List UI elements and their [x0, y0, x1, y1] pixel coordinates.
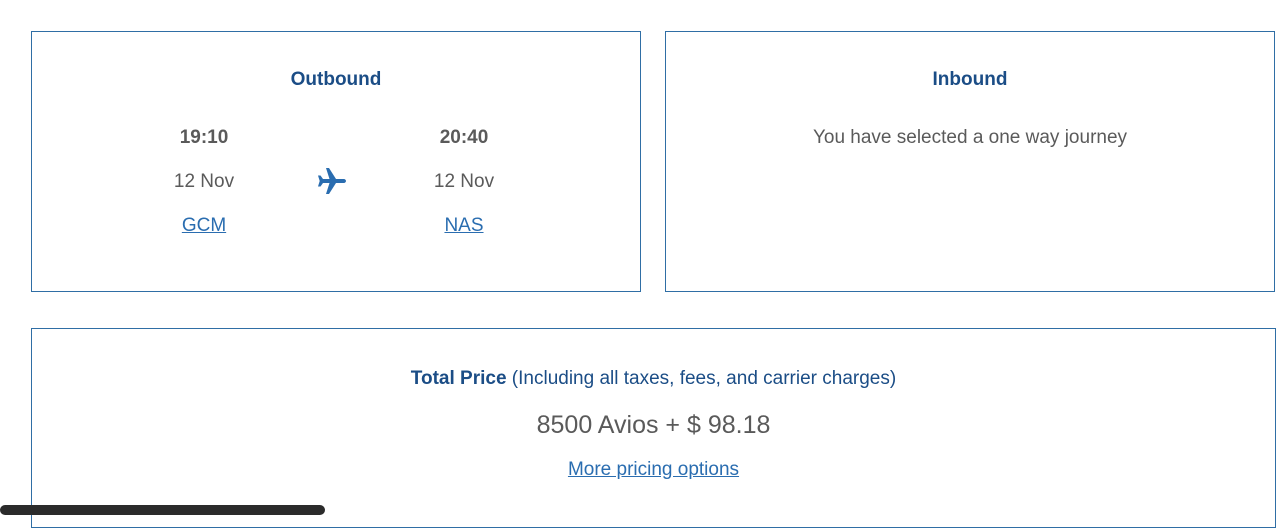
total-price-value: 8500 Avios + $ 98.18: [536, 411, 771, 439]
departure-airport-link[interactable]: GCM: [182, 215, 226, 237]
total-price-label: Total Price: [410, 368, 507, 389]
inbound-panel: Inbound You have selected a one way jour…: [665, 31, 1275, 292]
one-way-message: You have selected a one way journey: [812, 127, 1128, 148]
total-price-heading: Total Price (Including all taxes, fees, …: [32, 368, 1275, 390]
total-price-note: (Including all taxes, fees, and carrier …: [506, 368, 897, 389]
departure-column: 19:10 12 Nov GCM: [124, 127, 284, 237]
arrival-airport-link[interactable]: NAS: [444, 215, 483, 237]
arrival-column: 20:40 12 Nov NAS: [384, 127, 544, 237]
arrival-time: 20:40: [439, 127, 489, 148]
more-pricing-options-link[interactable]: More pricing options: [568, 459, 739, 480]
outbound-panel: Outbound 19:10 12 Nov GCM 20:40 12 Nov N…: [31, 31, 641, 292]
inbound-title: Inbound: [932, 69, 1008, 90]
outbound-title: Outbound: [290, 69, 382, 90]
arrival-date: 12 Nov: [433, 171, 495, 192]
more-pricing-container: More pricing options: [32, 459, 1275, 481]
total-price-panel: Total Price (Including all taxes, fees, …: [31, 328, 1276, 528]
departure-date: 12 Nov: [173, 171, 235, 192]
bottom-overlay-bar: [0, 505, 325, 515]
plane-icon: [318, 168, 346, 194]
departure-time: 19:10: [179, 127, 229, 148]
